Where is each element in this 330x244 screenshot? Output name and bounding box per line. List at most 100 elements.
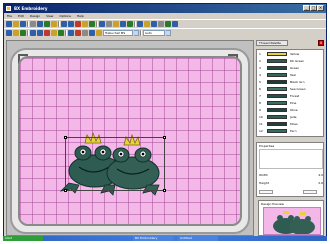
mirror-icon[interactable]: [99, 21, 105, 27]
pan-icon[interactable]: [13, 30, 19, 36]
thread-number: 10: [259, 115, 263, 119]
resize-handle[interactable]: [163, 136, 166, 139]
thread-row[interactable]: 8 Pine: [259, 101, 323, 106]
paste-icon[interactable]: [51, 21, 57, 27]
align-icon[interactable]: [106, 21, 112, 27]
thread-swatch[interactable]: [267, 108, 287, 112]
save-icon[interactable]: [20, 21, 26, 27]
resize-handle[interactable]: [163, 189, 166, 192]
thread-swatch[interactable]: [267, 66, 287, 70]
menu-design[interactable]: Design: [30, 14, 40, 18]
thread-swatch[interactable]: [267, 80, 287, 84]
minimize-button[interactable]: _: [303, 5, 310, 11]
menu-options[interactable]: Options: [59, 14, 71, 18]
resize-handle[interactable]: [64, 136, 67, 139]
help-icon[interactable]: [172, 21, 178, 27]
taskbar-item[interactable]: BX Embroidery: [133, 236, 173, 241]
panel-tab[interactable]: Thread Palette: [256, 40, 288, 46]
thread-row[interactable]: 12 Fern: [259, 129, 323, 134]
taskbar-item[interactable]: Untitled: [178, 236, 218, 241]
select-icon[interactable]: [20, 30, 26, 36]
title-bar: BX Embroidery _ □ ×: [4, 4, 326, 13]
stitch-icon[interactable]: [127, 21, 133, 27]
open-folder-icon[interactable]: [13, 21, 19, 27]
resize-handle[interactable]: [64, 189, 67, 192]
hoop-icon[interactable]: [120, 21, 126, 27]
toolbar-separator: [140, 30, 142, 36]
bold-icon[interactable]: [89, 30, 95, 36]
start-button[interactable]: start: [3, 236, 43, 241]
print-icon[interactable]: [30, 21, 36, 27]
menu-edit[interactable]: Edit: [18, 14, 24, 18]
app-window: BX Embroidery _ □ × File Edit Design Vie…: [3, 3, 327, 241]
thread-row[interactable]: 10 Jade: [259, 115, 323, 120]
pointer-icon[interactable]: [6, 30, 12, 36]
delete-icon[interactable]: [75, 21, 81, 27]
prop-value[interactable]: 2.6: [318, 181, 323, 186]
color-icon[interactable]: [137, 21, 143, 27]
thread-swatch[interactable]: [267, 115, 287, 119]
thread-row[interactable]: 11 Moss: [259, 122, 323, 127]
chevron-down-icon[interactable]: [134, 30, 139, 36]
undo-icon[interactable]: [61, 21, 67, 27]
thread-row[interactable]: 4 Teal: [259, 73, 323, 78]
thread-icon[interactable]: [144, 21, 150, 27]
prop-name: Height: [259, 181, 269, 185]
thread-row[interactable]: 7 Forest: [259, 94, 323, 99]
thread-number: 6: [259, 87, 261, 91]
lettering-icon[interactable]: [68, 30, 74, 36]
thread-swatch[interactable]: [267, 73, 287, 77]
thread-swatch[interactable]: [267, 94, 287, 98]
thread-row[interactable]: 9 Olive: [259, 108, 323, 113]
thread-swatch[interactable]: [267, 59, 287, 63]
new-file-icon[interactable]: [6, 21, 12, 27]
thread-swatch[interactable]: [267, 101, 287, 105]
thread-row[interactable]: 1 Yellow: [259, 52, 323, 57]
thread-number: 2: [259, 59, 261, 63]
thread-row[interactable]: 3 Green: [259, 66, 323, 71]
zoom-in-icon[interactable]: [30, 30, 36, 36]
prop-row-width: Width 4.0: [259, 173, 323, 178]
menu-file[interactable]: File: [7, 14, 12, 18]
close-button[interactable]: ×: [317, 5, 324, 11]
font-select[interactable]: Trebuchet MS: [103, 30, 133, 36]
thread-description: Olive: [290, 108, 298, 112]
thread-swatch[interactable]: [267, 122, 287, 126]
settings-icon[interactable]: [158, 21, 164, 27]
selection-box[interactable]: [64, 136, 166, 192]
size-select[interactable]: Auto: [143, 30, 165, 36]
rotate-icon[interactable]: [89, 21, 95, 27]
cut-icon[interactable]: [37, 21, 43, 27]
preview-icon[interactable]: [151, 21, 157, 27]
maximize-button[interactable]: □: [310, 5, 317, 11]
thread-row[interactable]: 6 Sea Green: [259, 87, 323, 92]
redo-icon[interactable]: [68, 21, 74, 27]
thread-number: 12: [259, 129, 263, 133]
shape-icon[interactable]: [58, 30, 64, 36]
thread-row[interactable]: 2 Dk Green: [259, 59, 323, 64]
thread-row[interactable]: 5 Black Grn: [259, 80, 323, 85]
stop-icon[interactable]: [44, 30, 50, 36]
prop-input[interactable]: [259, 190, 273, 194]
thread-swatch[interactable]: [267, 129, 287, 133]
italic-icon[interactable]: [96, 30, 102, 36]
panel-close-button[interactable]: x: [318, 40, 324, 46]
export-icon[interactable]: [165, 21, 171, 27]
thread-swatch[interactable]: [267, 52, 287, 56]
menu-help[interactable]: Help: [77, 14, 84, 18]
text-icon[interactable]: [113, 21, 119, 27]
toolbar-separator: [27, 21, 29, 27]
copy-icon[interactable]: [44, 21, 50, 27]
thread-number: 11: [259, 122, 263, 126]
zoom-icon[interactable]: [82, 21, 88, 27]
design-canvas[interactable]: [6, 40, 254, 236]
chevron-down-icon[interactable]: [166, 30, 171, 36]
thread-swatch[interactable]: [267, 87, 287, 91]
prop-input[interactable]: [303, 190, 317, 194]
color-fill-icon[interactable]: [75, 30, 81, 36]
grid-icon[interactable]: [51, 30, 57, 36]
menu-view[interactable]: View: [46, 14, 53, 18]
prop-value[interactable]: 4.0: [318, 173, 323, 178]
zoom-out-icon[interactable]: [37, 30, 43, 36]
outline-icon[interactable]: [82, 30, 88, 36]
